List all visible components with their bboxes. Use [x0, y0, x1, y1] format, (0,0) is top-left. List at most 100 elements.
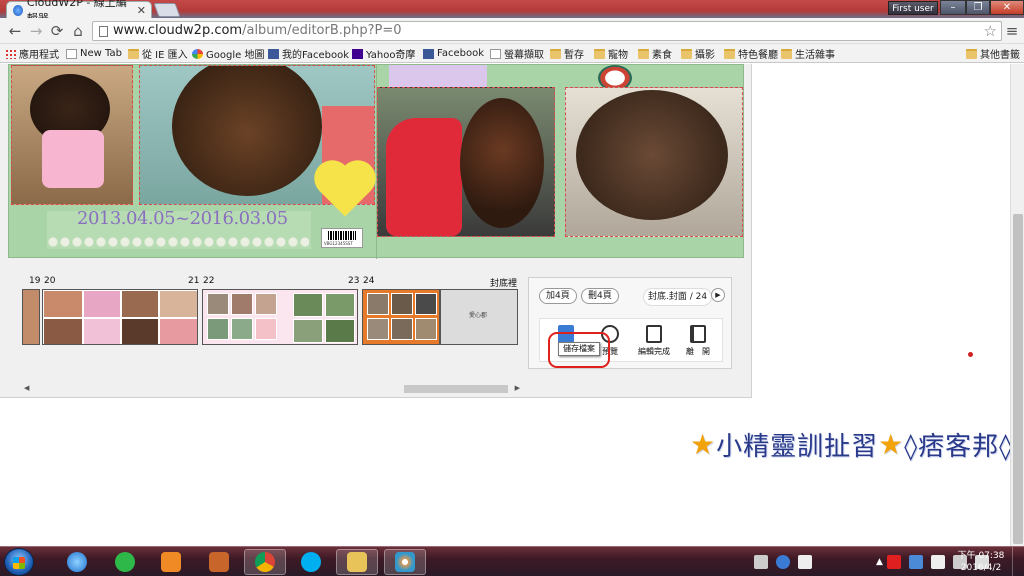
barcode: VBG12345SST — [321, 228, 363, 248]
tray-volume-icon[interactable] — [930, 555, 945, 569]
home-button[interactable]: ⌂ — [69, 22, 87, 40]
finish-edit-button[interactable]: 編輯完成 — [634, 325, 674, 357]
bookmark-new-tab[interactable]: New Tab — [66, 46, 122, 61]
next-page-button[interactable]: ▶ — [711, 288, 725, 302]
taskbar-line[interactable] — [104, 549, 146, 575]
package-icon — [209, 552, 229, 572]
taskbar-explorer[interactable] — [336, 549, 378, 575]
taskbar-skype[interactable] — [290, 549, 332, 575]
bookmark-apps[interactable]: 應用程式 — [5, 46, 59, 61]
tab-close-icon[interactable]: ✕ — [137, 4, 146, 17]
minimize-button[interactable]: – — [940, 0, 966, 15]
bookmark-photography[interactable]: 攝影 — [681, 46, 715, 61]
vertical-scroll-thumb[interactable] — [1013, 214, 1023, 544]
bookmark-life[interactable]: 生活雜事 — [781, 46, 835, 61]
star-icon: ★ — [878, 427, 905, 461]
user-profile-button[interactable]: First user — [888, 1, 938, 15]
dog-clothes — [42, 130, 104, 188]
bookmark-temp[interactable]: 暫存 — [550, 46, 584, 61]
url-text: www.cloudw2p.com/album/editorB.php?P=0 — [113, 23, 402, 38]
bookmark-restaurants[interactable]: 特色餐廳 — [724, 46, 778, 61]
red-dot — [968, 352, 973, 357]
bookmark-pets[interactable]: 寵物 — [594, 46, 628, 61]
scroll-thumb[interactable] — [404, 385, 508, 393]
bookmark-facebook[interactable]: Facebook — [423, 46, 484, 61]
bookmark-label: Google 地圖 — [206, 50, 265, 61]
bookmark-yahoo[interactable]: Yahoo奇摩 — [352, 46, 415, 61]
album-date-text[interactable]: 2013.04.05~2016.03.05 — [77, 208, 288, 229]
tray-usb-icon[interactable] — [798, 555, 812, 569]
taskbar-ie[interactable] — [56, 549, 98, 575]
folder-icon — [681, 48, 692, 59]
page-content: 2013.04.05~2016.03.05 VBG12345SST 19 20 … — [0, 64, 1024, 546]
browser-tab[interactable]: CloudW2P - 線上編輯器 ✕ — [6, 0, 152, 25]
chrome-menu-button[interactable]: ≡ — [1004, 22, 1020, 40]
scroll-right-icon[interactable]: ▶ — [515, 384, 520, 392]
maximize-button[interactable]: ❐ — [966, 0, 990, 15]
album-photo-4[interactable] — [565, 87, 743, 237]
address-bar[interactable]: www.cloudw2p.com/album/editorB.php?P=0 ☆ — [92, 21, 1002, 41]
page-thumb-22-23[interactable] — [202, 289, 358, 345]
page-thumb-24[interactable] — [362, 289, 440, 345]
scroll-left-icon[interactable]: ◀ — [24, 384, 29, 392]
bookmark-my-facebook[interactable]: 我的Facebook — [268, 46, 349, 61]
bookmark-label: 生活雜事 — [795, 50, 835, 61]
vertical-scrollbar[interactable] — [1010, 64, 1024, 546]
bookmark-star-icon[interactable]: ☆ — [984, 22, 997, 40]
taskbar-clock[interactable]: 下午 07:38 2016/4/2 — [956, 550, 1006, 574]
skype-icon — [301, 552, 321, 572]
taskbar-chrome[interactable] — [244, 549, 286, 575]
tray-printer-icon[interactable] — [754, 555, 768, 569]
horizontal-scrollbar[interactable]: ◀ ▶ — [24, 384, 520, 394]
page-number: 24 — [363, 276, 375, 286]
bookmark-label: 從 IE 匯入 — [142, 50, 188, 61]
apps-icon — [5, 48, 16, 59]
bookmark-label: 素食 — [652, 50, 672, 61]
start-button[interactable] — [4, 548, 34, 576]
bookmark-other[interactable]: 其他書籤 — [966, 46, 1020, 61]
page-thumb-back-cover[interactable]: 愛心郡 — [440, 289, 518, 345]
taskbar-paint[interactable] — [384, 549, 426, 575]
tray-windows-icon[interactable] — [908, 555, 923, 569]
album-editor: 2013.04.05~2016.03.05 VBG12345SST 19 20 … — [0, 64, 752, 398]
new-tab-button[interactable] — [153, 3, 181, 17]
dog-photo-4 — [576, 90, 728, 220]
album-photo-3[interactable] — [377, 87, 555, 237]
page-number: 封底裡 — [490, 279, 518, 289]
folder-icon — [128, 48, 139, 59]
dog-photo-3 — [460, 98, 544, 228]
bookmark-screen-capture[interactable]: 螢幕擷取 — [490, 46, 544, 61]
delete-4-pages-button[interactable]: 刪4頁 — [581, 288, 619, 304]
barcode-bars — [328, 231, 356, 240]
page-number: 20 — [44, 276, 56, 286]
browser-toolbar: ← → ⟳ ⌂ www.cloudw2p.com/album/editorB.p… — [0, 18, 1024, 44]
back-button[interactable]: ← — [6, 22, 24, 40]
page-thumb-20-21[interactable] — [42, 289, 198, 345]
reload-button[interactable]: ⟳ — [48, 22, 66, 40]
yahoo-icon — [352, 48, 363, 59]
show-desktop-button[interactable] — [1012, 547, 1024, 576]
heart-sticker[interactable] — [319, 165, 371, 217]
exit-button[interactable]: 離 開 — [678, 325, 718, 357]
facebook-icon — [268, 48, 279, 59]
taskbar-package[interactable] — [198, 549, 240, 575]
bookmark-ie-import[interactable]: 從 IE 匯入 — [128, 46, 188, 61]
tray-help-icon[interactable] — [776, 555, 790, 569]
close-window-button[interactable]: ✕ — [990, 0, 1024, 15]
add-4-pages-button[interactable]: 加4頁 — [539, 288, 577, 304]
tray-expand-icon[interactable]: ▲ — [876, 557, 883, 567]
bookmark-label: New Tab — [80, 48, 122, 59]
forward-button[interactable]: → — [27, 22, 45, 40]
album-spread[interactable]: 2013.04.05~2016.03.05 VBG12345SST — [8, 64, 744, 259]
page-icon — [99, 26, 108, 37]
clock-date: 2016/4/2 — [960, 563, 1002, 573]
album-photo-1[interactable] — [11, 65, 133, 205]
windows-taskbar: ▲ 下午 07:38 2016/4/2 — [0, 546, 1024, 576]
tray-antivirus-icon[interactable] — [886, 555, 901, 569]
taskbar-media[interactable] — [150, 549, 192, 575]
url-host: www.cloudw2p.com — [113, 23, 243, 38]
google-maps-icon — [192, 48, 203, 59]
page-thumb-19[interactable] — [22, 289, 40, 345]
bookmark-vegetarian[interactable]: 素食 — [638, 46, 672, 61]
bookmark-google-maps[interactable]: Google 地圖 — [192, 46, 264, 61]
